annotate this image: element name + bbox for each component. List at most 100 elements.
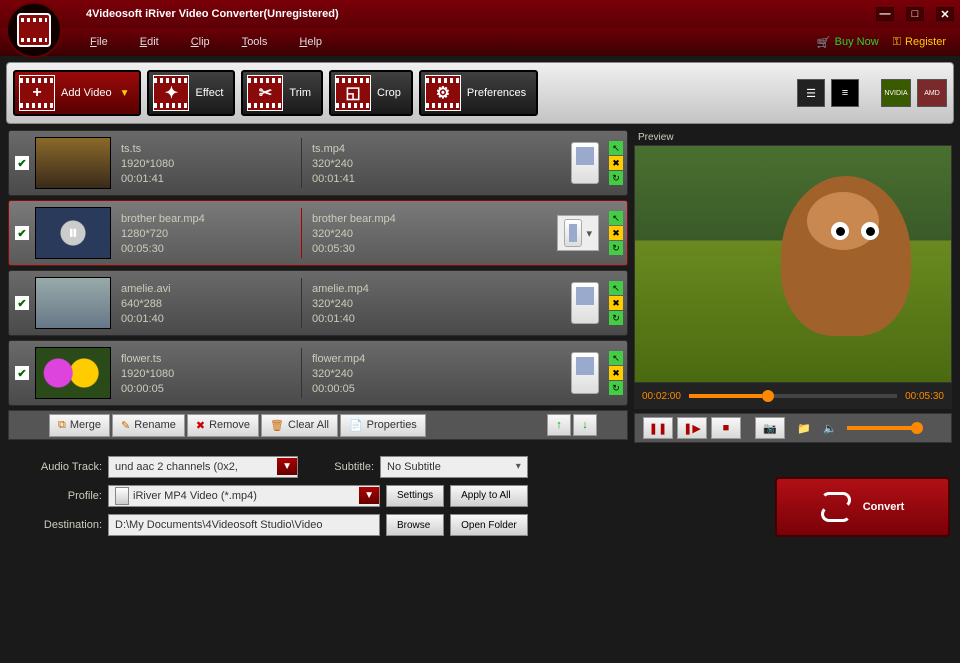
row-remove-button[interactable]: ✖ bbox=[609, 226, 623, 240]
snapshot-button[interactable]: 📷 bbox=[755, 417, 785, 439]
step-button[interactable]: ❚▶ bbox=[677, 417, 707, 439]
source-info: brother bear.mp41280*72000:05:30 bbox=[121, 211, 301, 255]
view-list-button[interactable]: ☰ bbox=[797, 79, 825, 107]
row-reload-button[interactable]: ↻ bbox=[609, 241, 623, 255]
row-checkbox[interactable]: ✔ bbox=[15, 296, 29, 310]
crop-button[interactable]: ◱ Crop bbox=[329, 70, 413, 116]
source-info: amelie.avi640*28800:01:40 bbox=[121, 281, 301, 325]
output-info: flower.mp4320*24000:00:05 bbox=[312, 351, 482, 395]
arrow-down-icon: ↓ bbox=[582, 419, 588, 431]
row-remove-button[interactable]: ✖ bbox=[609, 156, 623, 170]
preview-label: Preview bbox=[634, 130, 952, 145]
remove-icon: ✖ bbox=[196, 419, 205, 432]
destination-label: Destination: bbox=[10, 519, 102, 531]
menu-file[interactable]: File bbox=[90, 36, 108, 48]
apply-to-all-button[interactable]: Apply to All bbox=[450, 485, 528, 507]
row-reload-button[interactable]: ↻ bbox=[609, 171, 623, 185]
rename-button[interactable]: ✎Rename bbox=[112, 414, 185, 437]
move-down-button[interactable]: ↓ bbox=[573, 414, 597, 436]
file-row[interactable]: ✔ts.ts1920*108000:01:41ts.mp4320*24000:0… bbox=[8, 130, 628, 196]
list-actions-bar: ⧉Merge ✎Rename ✖Remove 🗑Clear All 📄Prope… bbox=[8, 410, 628, 440]
row-expand-button[interactable]: ↖ bbox=[609, 351, 623, 365]
row-expand-button[interactable]: ↖ bbox=[609, 141, 623, 155]
profile-label: Profile: bbox=[10, 490, 102, 502]
row-remove-button[interactable]: ✖ bbox=[609, 296, 623, 310]
snapshot-folder-button[interactable]: 📁 bbox=[789, 417, 819, 439]
minimize-button[interactable]: — bbox=[876, 7, 894, 21]
player-controls: ❚❚ ❚▶ ■ 📷 📁 🔈 bbox=[634, 413, 952, 443]
buy-now-link[interactable]: 🛒Buy Now bbox=[817, 36, 879, 49]
properties-button[interactable]: 📄Properties bbox=[340, 414, 426, 437]
add-video-button[interactable]: + Add Video▼ bbox=[13, 70, 141, 116]
app-logo bbox=[6, 2, 62, 58]
plus-icon: + bbox=[32, 84, 41, 102]
menu-help[interactable]: Help bbox=[299, 36, 322, 48]
effect-button[interactable]: ✦ Effect bbox=[147, 70, 235, 116]
clear-all-button[interactable]: 🗑Clear All bbox=[261, 414, 338, 437]
clear-icon: 🗑 bbox=[270, 419, 284, 432]
menu-tools[interactable]: Tools bbox=[242, 36, 268, 48]
audio-track-label: Audio Track: bbox=[10, 461, 102, 473]
subtitle-select[interactable]: No Subtitle bbox=[380, 456, 528, 478]
file-row[interactable]: ✔ ⏸brother bear.mp41280*72000:05:30brothe… bbox=[8, 200, 628, 266]
output-info: amelie.mp4320*24000:01:40 bbox=[312, 281, 482, 325]
crop-icon: ◱ bbox=[345, 83, 360, 103]
row-expand-button[interactable]: ↖ bbox=[609, 211, 623, 225]
close-button[interactable]: ✕ bbox=[936, 7, 954, 21]
row-checkbox[interactable]: ✔ bbox=[15, 226, 29, 240]
menu-clip[interactable]: Clip bbox=[191, 36, 210, 48]
row-expand-button[interactable]: ↖ bbox=[609, 281, 623, 295]
seek-slider[interactable] bbox=[689, 394, 897, 398]
browse-button[interactable]: Browse bbox=[386, 514, 444, 536]
key-icon: ⚿ bbox=[893, 36, 901, 49]
convert-button[interactable]: Convert bbox=[775, 477, 950, 537]
menu-edit[interactable]: Edit bbox=[140, 36, 159, 48]
pause-button[interactable]: ❚❚ bbox=[643, 417, 673, 439]
audio-track-select[interactable]: und aac 2 channels (0x2, bbox=[108, 456, 298, 478]
subtitle-label: Subtitle: bbox=[304, 461, 374, 473]
playbar: 00:02:00 00:05:30 bbox=[634, 383, 952, 409]
device-icon bbox=[571, 142, 599, 184]
settings-panel: Audio Track: und aac 2 channels (0x2, Su… bbox=[10, 455, 528, 537]
destination-input[interactable]: D:\My Documents\4Videosoft Studio\Video bbox=[108, 514, 380, 536]
chevron-down-icon: ▼ bbox=[120, 88, 130, 99]
device-icon bbox=[571, 352, 599, 394]
titlebar: 4Videosoft iRiver Video Converter(Unregi… bbox=[0, 0, 960, 28]
convert-icon bbox=[821, 492, 851, 522]
profile-select[interactable]: iRiver MP4 Video (*.mp4) bbox=[108, 485, 380, 507]
thumbnail bbox=[35, 137, 111, 189]
preferences-button[interactable]: ⚙ Preferences bbox=[419, 70, 538, 116]
row-reload-button[interactable]: ↻ bbox=[609, 381, 623, 395]
scissors-icon: ✂ bbox=[259, 83, 272, 103]
thumbnail bbox=[35, 277, 111, 329]
row-remove-button[interactable]: ✖ bbox=[609, 366, 623, 380]
sparkle-icon: ✦ bbox=[165, 83, 178, 103]
device-dropdown[interactable]: ▾ bbox=[557, 215, 599, 251]
remove-button[interactable]: ✖Remove bbox=[187, 414, 259, 437]
current-time: 00:02:00 bbox=[642, 391, 681, 402]
view-detail-button[interactable]: ≡ bbox=[831, 79, 859, 107]
register-link[interactable]: ⚿Register bbox=[893, 36, 946, 49]
cart-icon: 🛒 bbox=[817, 36, 831, 49]
merge-button[interactable]: ⧉Merge bbox=[49, 414, 110, 437]
open-folder-button[interactable]: Open Folder bbox=[450, 514, 528, 536]
preview-viewport bbox=[634, 145, 952, 383]
device-icon bbox=[115, 487, 129, 505]
thumbnail: ⏸ bbox=[35, 207, 111, 259]
source-info: ts.ts1920*108000:01:41 bbox=[121, 141, 301, 185]
row-checkbox[interactable]: ✔ bbox=[15, 366, 29, 380]
output-info: brother bear.mp4320*24000:05:30 bbox=[312, 211, 482, 255]
file-row[interactable]: ✔ amelie.avi640*28800:01:40amelie.mp4320*… bbox=[8, 270, 628, 336]
volume-icon: 🔈 bbox=[823, 422, 837, 435]
move-up-button[interactable]: ↑ bbox=[547, 414, 571, 436]
trim-button[interactable]: ✂ Trim bbox=[241, 70, 323, 116]
file-row[interactable]: ✔flower.ts1920*108000:00:05flower.mp4320… bbox=[8, 340, 628, 406]
file-list: ✔ts.ts1920*108000:01:41ts.mp4320*24000:0… bbox=[8, 130, 628, 406]
stop-button[interactable]: ■ bbox=[711, 417, 741, 439]
volume-slider[interactable] bbox=[847, 426, 917, 430]
row-reload-button[interactable]: ↻ bbox=[609, 311, 623, 325]
amd-badge: AMD bbox=[917, 79, 947, 107]
maximize-button[interactable]: □ bbox=[906, 7, 924, 21]
settings-button[interactable]: Settings bbox=[386, 485, 444, 507]
row-checkbox[interactable]: ✔ bbox=[15, 156, 29, 170]
